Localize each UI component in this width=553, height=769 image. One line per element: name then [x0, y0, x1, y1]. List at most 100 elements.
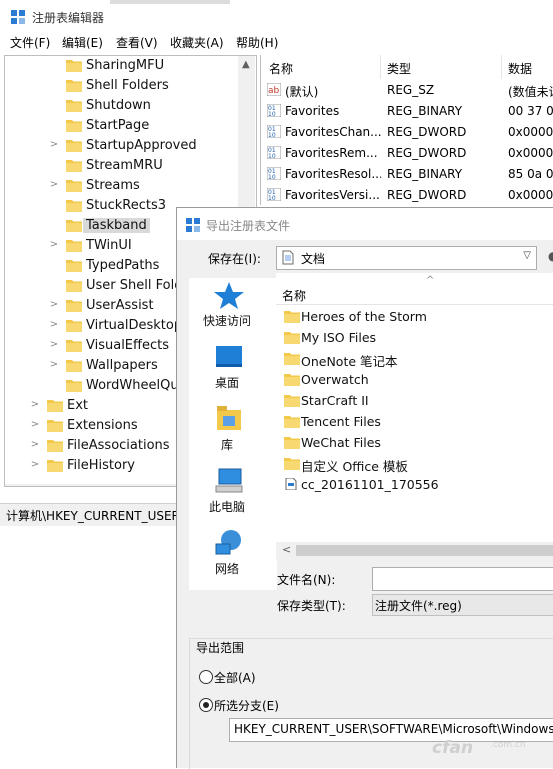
- value-row[interactable]: 0110 Favorites REG_BINARY 00 37 0a: [261, 101, 553, 122]
- document-icon: [282, 250, 294, 265]
- place-library[interactable]: 库: [189, 404, 277, 464]
- tree-item-label: SharingMFU: [86, 58, 165, 73]
- expand-arrow-icon[interactable]: >: [49, 299, 59, 311]
- file-item[interactable]: StarCraft II: [284, 391, 553, 412]
- tree-item-label: Taskband: [83, 218, 150, 233]
- menu-file[interactable]: 文件(F): [10, 34, 50, 51]
- column-header-name[interactable]: 名称: [269, 60, 293, 77]
- folder-icon: [66, 239, 82, 252]
- value-row[interactable]: 0110 FavoritesResol... REG_BINARY 85 0a 00: [261, 164, 553, 185]
- file-item[interactable]: cc_20161101_170556: [284, 475, 553, 496]
- filename-input[interactable]: [372, 567, 553, 591]
- column-separator[interactable]: [501, 55, 502, 79]
- expand-arrow-icon[interactable]: >: [49, 359, 59, 371]
- expand-arrow-icon[interactable]: >: [30, 399, 40, 411]
- expand-arrow-icon[interactable]: >: [49, 319, 59, 331]
- library-icon: [217, 406, 241, 430]
- file-item[interactable]: Tencent Files: [284, 412, 553, 433]
- place-this-pc[interactable]: 此电脑: [189, 466, 277, 526]
- file-list[interactable]: ^ 名称 Heroes of the Storm My ISO Files OneN…: [276, 273, 553, 559]
- network-icon: [215, 530, 241, 555]
- sort-arrow-icon: ^: [426, 275, 435, 286]
- folder-icon: [66, 299, 82, 312]
- folder-icon: [47, 439, 63, 452]
- file-name: WeChat Files: [301, 435, 381, 450]
- value-name: FavoritesRem...: [285, 146, 378, 160]
- expand-arrow-icon[interactable]: >: [49, 339, 59, 351]
- dialog-title-bar[interactable]: 导出注册表文件: [177, 208, 553, 240]
- value-row[interactable]: 0110 FavoritesVersi... REG_DWORD 0x00000: [261, 185, 553, 206]
- value-type: REG_SZ: [387, 83, 435, 97]
- menu-edit[interactable]: 编辑(E): [62, 34, 103, 51]
- file-name: cc_20161101_170556: [301, 477, 439, 492]
- column-header-data[interactable]: 数据: [508, 60, 532, 77]
- value-row[interactable]: 0110 FavoritesRem... REG_DWORD 0x00000: [261, 143, 553, 164]
- value-row[interactable]: ab (默认) REG_SZ (数值未设: [261, 80, 553, 101]
- menu-help[interactable]: 帮助(H): [236, 34, 278, 51]
- star-icon: [214, 282, 244, 309]
- svg-text:10: 10: [268, 111, 276, 117]
- folder-icon: [284, 352, 300, 365]
- folder-icon: [66, 359, 82, 372]
- scrollbar-thumb[interactable]: [296, 545, 553, 556]
- registry-title-bar[interactable]: 注册表编辑器: [0, 0, 553, 33]
- place-quick-access[interactable]: 快速访问: [189, 280, 277, 340]
- branch-path-input[interactable]: HKEY_CURRENT_USER\SOFTWARE\Microsoft\Win…: [229, 718, 553, 742]
- scroll-left-icon[interactable]: <: [282, 543, 291, 556]
- folder-icon: [284, 310, 300, 323]
- tree-item[interactable]: Shutdown: [5, 96, 255, 116]
- file-item[interactable]: OneNote 笔记本: [284, 349, 553, 370]
- file-item[interactable]: Overwatch: [284, 370, 553, 391]
- column-header-type[interactable]: 类型: [387, 60, 411, 77]
- column-separator[interactable]: [380, 55, 381, 79]
- watermark-logo: cfan: [432, 738, 474, 758]
- folder-icon: [284, 436, 300, 449]
- expand-arrow-icon[interactable]: >: [30, 439, 40, 451]
- svg-text:10: 10: [268, 195, 276, 201]
- tree-item[interactable]: StreamMRU: [5, 156, 255, 176]
- menu-view[interactable]: 查看(V): [116, 34, 158, 51]
- radio-all-label[interactable]: 全部(A): [214, 669, 256, 686]
- expand-arrow-icon[interactable]: >: [49, 239, 59, 251]
- radio-all[interactable]: [199, 670, 213, 684]
- value-name: Favorites: [285, 104, 340, 118]
- value-row[interactable]: 0110 FavoritesChan... REG_DWORD 0x00000: [261, 122, 553, 143]
- file-item[interactable]: 自定义 Office 模板: [284, 454, 553, 475]
- up-folder-icon[interactable]: ◖: [548, 249, 553, 265]
- place-network[interactable]: 网络: [189, 528, 277, 588]
- place-desktop[interactable]: 桌面: [189, 342, 277, 402]
- scroll-up-icon[interactable]: ▲: [242, 59, 250, 70]
- dialog-title: 导出注册表文件: [206, 219, 291, 233]
- file-list-scrollbar[interactable]: <: [276, 542, 553, 559]
- registry-values-list[interactable]: 名称 类型 数据 ab(默认)REG_SZ(数值未设 0110FavoritesR…: [260, 55, 553, 205]
- expand-arrow-icon[interactable]: >: [49, 139, 59, 151]
- registry-app-icon: [186, 218, 200, 232]
- tree-item-label: FileHistory: [67, 458, 136, 473]
- scroll-left-icon[interactable]: <: [11, 485, 20, 486]
- filetype-dropdown[interactable]: 注册文件(*.reg): [372, 594, 553, 616]
- filetype-value: 注册文件(*.reg): [375, 599, 462, 613]
- tree-item[interactable]: > Streams: [5, 176, 255, 196]
- folder-icon: [66, 79, 82, 92]
- file-column-name[interactable]: 名称: [282, 287, 306, 304]
- tree-item[interactable]: > StartupApproved: [5, 136, 255, 156]
- file-item[interactable]: Heroes of the Storm: [284, 307, 553, 328]
- save-in-dropdown[interactable]: 文档 ▽: [276, 246, 537, 270]
- radio-selected-branch-label[interactable]: 所选分支(E): [214, 697, 279, 714]
- svg-text:10: 10: [268, 174, 276, 180]
- tree-item-label: Extensions: [67, 418, 138, 433]
- file-item[interactable]: WeChat Files: [284, 433, 553, 454]
- tree-item-label: UserAssist: [86, 298, 154, 313]
- column-divider: [276, 304, 553, 305]
- expand-arrow-icon[interactable]: >: [49, 179, 59, 191]
- chevron-down-icon[interactable]: ▽: [523, 250, 531, 261]
- tree-item[interactable]: Shell Folders: [5, 76, 255, 96]
- computer-icon: [215, 468, 243, 493]
- expand-arrow-icon[interactable]: >: [30, 419, 40, 431]
- file-item[interactable]: My ISO Files: [284, 328, 553, 349]
- radio-selected-branch[interactable]: [199, 698, 213, 712]
- expand-arrow-icon[interactable]: >: [30, 459, 40, 471]
- tree-item[interactable]: SharingMFU: [5, 56, 255, 76]
- tree-item[interactable]: StartPage: [5, 116, 255, 136]
- menu-favorites[interactable]: 收藏夹(A): [170, 34, 224, 51]
